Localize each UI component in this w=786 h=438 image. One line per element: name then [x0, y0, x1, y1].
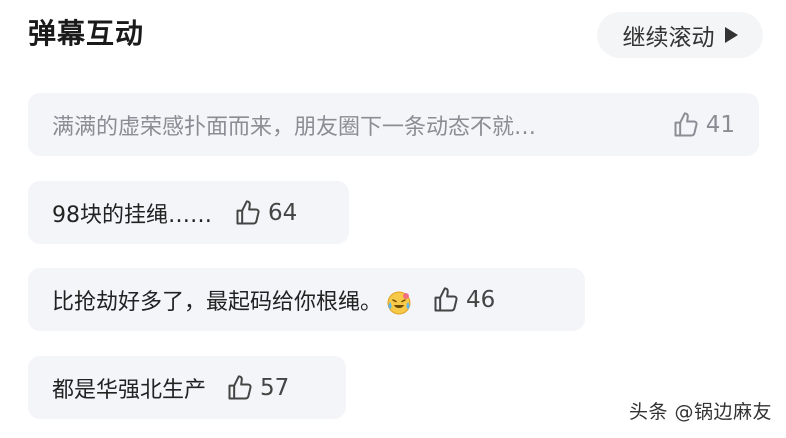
comment-text: 都是华强北生产 — [52, 377, 207, 403]
comment-text: 98块的挂绳…… — [52, 202, 212, 228]
watermark: 头条 @锅边麻友 — [628, 401, 772, 423]
like-count: 41 — [705, 111, 735, 138]
continue-scroll-label: 继续滚动 — [622, 25, 715, 51]
like-button[interactable]: 57 — [226, 374, 289, 402]
thumbs-up-icon — [434, 286, 458, 311]
like-count: 57 — [260, 374, 290, 401]
comment-item[interactable]: 98块的挂绳…… 64 — [28, 181, 349, 244]
like-button[interactable]: 41 — [672, 111, 735, 139]
like-button[interactable]: 64 — [234, 199, 297, 227]
header: 弹幕互动 继续滚动 — [0, 0, 786, 70]
comment-text: 比抢劫好多了，最起码给你根绳。 — [52, 284, 412, 316]
crying-laughing-emoji — [387, 291, 411, 314]
like-button[interactable]: 46 — [432, 286, 495, 314]
comment-text: 满满的虚荣感扑面而来，朋友圈下一条动态不就… — [52, 114, 537, 140]
comment-item[interactable]: 比抢劫好多了，最起码给你根绳。 46 — [28, 268, 585, 331]
page-title: 弹幕互动 — [28, 17, 145, 50]
comment-item[interactable]: 满满的虚荣感扑面而来，朋友圈下一条动态不就… 41 — [28, 93, 759, 156]
thumbs-up-icon — [228, 374, 252, 399]
play-icon — [724, 27, 738, 43]
thumbs-up-icon — [236, 199, 260, 224]
comment-item[interactable]: 都是华强北生产 57 — [28, 356, 346, 419]
like-count: 64 — [268, 199, 298, 226]
thumbs-up-icon — [674, 111, 698, 136]
continue-scroll-button[interactable]: 继续滚动 — [597, 12, 763, 58]
like-count: 46 — [466, 286, 496, 313]
